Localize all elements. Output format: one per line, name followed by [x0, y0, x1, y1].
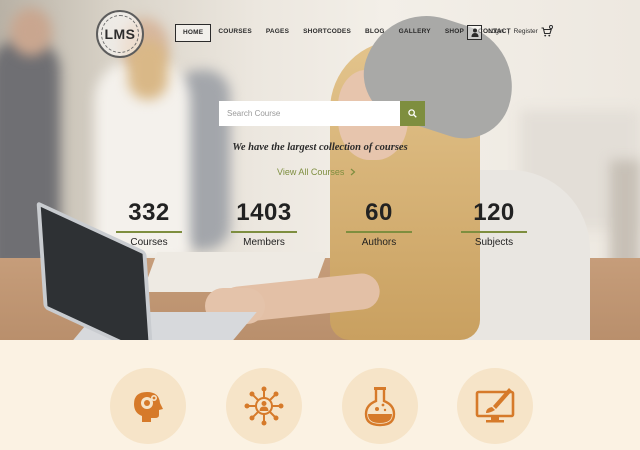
- nav-item-gallery[interactable]: GALLERY: [392, 24, 438, 42]
- stat-label: Courses: [130, 237, 168, 248]
- logo-text: LMS: [104, 26, 136, 42]
- nav-item-courses[interactable]: COURSES: [211, 24, 259, 42]
- stat-authors: 60 Authors: [344, 199, 414, 248]
- stat-underline: [346, 231, 412, 233]
- stat-number: 120: [473, 199, 515, 226]
- feature-card-network-user[interactable]: [226, 368, 302, 444]
- head-gears-icon: [134, 392, 163, 422]
- stat-label: Members: [243, 237, 285, 248]
- search-icon: [408, 109, 417, 118]
- course-search-bar: [219, 101, 425, 126]
- flask-icon: [364, 387, 396, 427]
- hero-tagline: We have the largest collection of course…: [232, 142, 408, 153]
- features-section: [0, 340, 640, 450]
- stat-number: 60: [365, 199, 393, 226]
- view-all-courses-link[interactable]: View All Courses: [277, 167, 356, 177]
- stat-members: 1403 Members: [229, 199, 299, 248]
- view-all-label: View All Courses: [277, 167, 345, 177]
- cart-count-badge: [549, 25, 553, 29]
- site-logo[interactable]: LMS: [96, 10, 144, 58]
- feature-card-monitor-brush[interactable]: [457, 368, 533, 444]
- stat-label: Authors: [361, 237, 397, 248]
- stat-number: 1403: [236, 199, 292, 226]
- feature-card-flask[interactable]: [342, 368, 418, 444]
- stat-underline: [116, 231, 182, 233]
- nav-item-home[interactable]: HOME: [175, 24, 212, 42]
- login-link[interactable]: Login: [488, 28, 504, 35]
- register-link[interactable]: Register: [514, 28, 538, 35]
- feature-card-head-gears[interactable]: [110, 368, 186, 444]
- user-account-button[interactable]: [467, 25, 482, 40]
- stat-subjects: 120 Subjects: [459, 199, 529, 248]
- nav-item-pages[interactable]: PAGES: [259, 24, 296, 42]
- search-button[interactable]: [400, 101, 425, 126]
- auth-links: Login | Register: [488, 28, 538, 35]
- nav-item-shortcodes[interactable]: SHORTCODES: [296, 24, 358, 42]
- stat-courses: 332 Courses: [114, 199, 184, 248]
- stat-underline: [461, 231, 527, 233]
- nav-item-blog[interactable]: BLOG: [358, 24, 392, 42]
- user-icon: [471, 28, 478, 37]
- monitor-brush-icon: [475, 388, 515, 423]
- auth-separator: |: [507, 28, 510, 35]
- search-input[interactable]: [219, 101, 400, 126]
- chevron-right-icon: [350, 168, 356, 176]
- network-user-icon: [244, 386, 284, 426]
- stat-label: Subjects: [474, 237, 514, 248]
- stat-underline: [231, 231, 297, 233]
- background-person-1-head: [10, 8, 52, 56]
- stat-number: 332: [128, 199, 170, 226]
